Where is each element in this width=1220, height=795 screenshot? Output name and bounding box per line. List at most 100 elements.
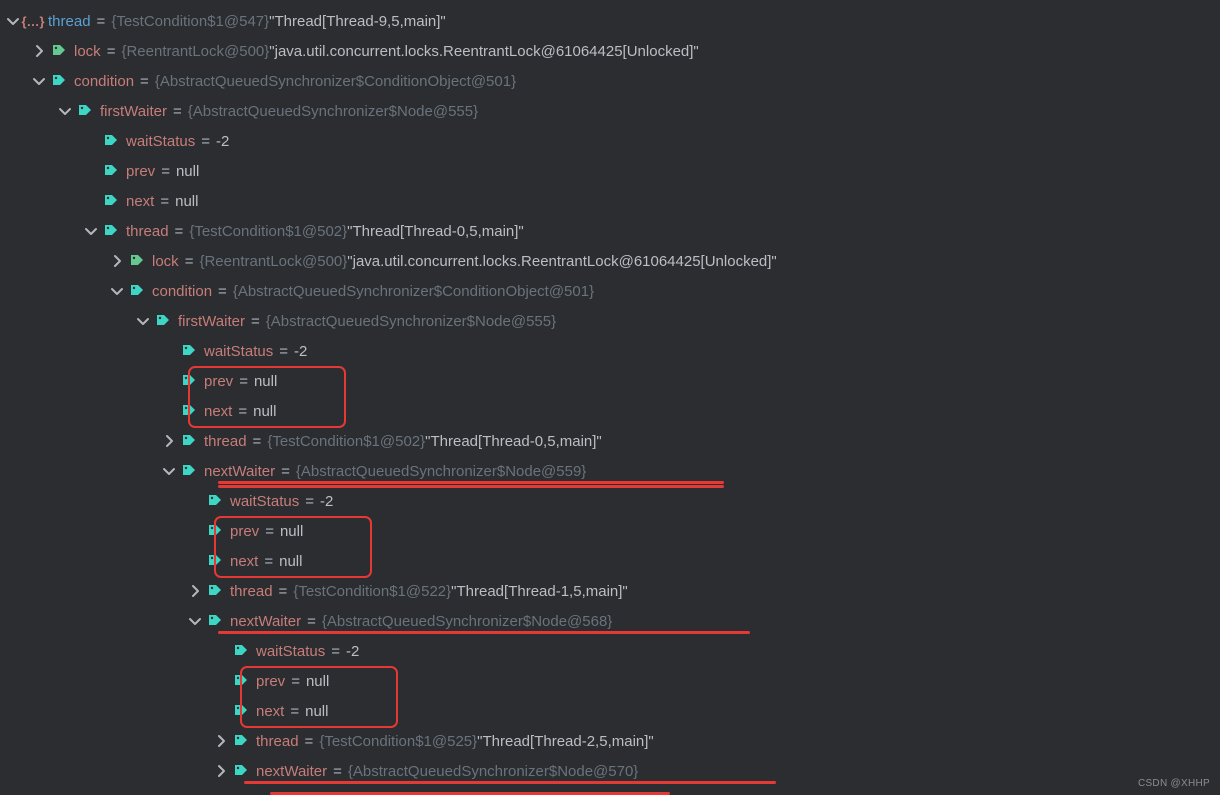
tree-row[interactable]: prev=null <box>4 156 1220 186</box>
tree-node-thread-name: thread <box>48 13 91 30</box>
tree-arrow-down-icon[interactable] <box>82 222 100 240</box>
tree-node-obj-ref: {AbstractQueuedSynchronizer$Node@555} <box>266 313 556 330</box>
tree-node-eq: = <box>154 193 175 210</box>
tree-row[interactable]: prev=null <box>4 666 1220 696</box>
tree-node-field-name: next <box>204 403 232 420</box>
watermark: CSDN @XHHP <box>1138 778 1210 789</box>
tree-arrow-right-icon[interactable] <box>30 42 48 60</box>
tree-node-str-val: "Thread[Thread-1,5,main]" <box>451 583 628 600</box>
tree-arrow-down-icon[interactable] <box>134 312 152 330</box>
field-tag-icon <box>102 162 120 180</box>
field-tag-icon <box>50 42 68 60</box>
field-tag-icon <box>232 702 250 720</box>
tree-row[interactable]: nextWaiter={AbstractQueuedSynchronizer$N… <box>4 756 1220 786</box>
tree-arrow-down-icon[interactable] <box>30 72 48 90</box>
tree-node-eq: = <box>169 223 190 240</box>
tree-node-obj-ref: {AbstractQueuedSynchronizer$Node@568} <box>322 613 612 630</box>
tree-node-num-val: -2 <box>216 133 229 150</box>
tree-node-field-name: next <box>126 193 154 210</box>
tree-node-obj-ref: {AbstractQueuedSynchronizer$ConditionObj… <box>233 283 594 300</box>
tree-row[interactable]: {…}thread={TestCondition$1@547} "Thread[… <box>4 6 1220 36</box>
tree-row[interactable]: lock={ReentrantLock@500} "java.util.conc… <box>4 246 1220 276</box>
tree-row[interactable]: firstWaiter={AbstractQueuedSynchronizer$… <box>4 96 1220 126</box>
field-tag-icon <box>76 102 94 120</box>
field-tag-icon <box>128 252 146 270</box>
tree-node-obj-ref: {ReentrantLock@500} <box>199 253 347 270</box>
tree-node-field-name: prev <box>204 373 233 390</box>
tree-row[interactable]: condition={AbstractQueuedSynchronizer$Co… <box>4 276 1220 306</box>
tree-arrow-down-icon[interactable] <box>160 462 178 480</box>
tree-node-eq: = <box>325 643 346 660</box>
tree-node-obj-ref: {TestCondition$1@547} <box>111 13 269 30</box>
field-tag-icon <box>232 642 250 660</box>
field-tag-icon <box>206 612 224 630</box>
tree-row[interactable]: nextWaiter={AbstractQueuedSynchronizer$N… <box>4 456 1220 486</box>
tree-row[interactable]: thread={TestCondition$1@502} "Thread[Thr… <box>4 216 1220 246</box>
tree-node-str-val: "java.util.concurrent.locks.ReentrantLoc… <box>269 43 698 60</box>
tree-row[interactable]: thread={TestCondition$1@525} "Thread[Thr… <box>4 726 1220 756</box>
tree-node-field-name: nextWaiter <box>230 613 301 630</box>
tree-arrow-right-icon[interactable] <box>212 762 230 780</box>
tree-node-obj-ref: {TestCondition$1@522} <box>293 583 451 600</box>
tree-row[interactable]: prev=null <box>4 366 1220 396</box>
tree-node-field-name: lock <box>152 253 179 270</box>
tree-row[interactable]: waitStatus=-2 <box>4 336 1220 366</box>
tree-node-field-name: waitStatus <box>230 493 299 510</box>
tree-row[interactable]: next=null <box>4 396 1220 426</box>
field-tag-icon <box>206 552 224 570</box>
tree-row[interactable]: nextWaiter={AbstractQueuedSynchronizer$N… <box>4 606 1220 636</box>
tree-row[interactable]: waitStatus=-2 <box>4 486 1220 516</box>
tree-node-field-name: waitStatus <box>126 133 195 150</box>
tree-row[interactable]: next=null <box>4 186 1220 216</box>
tree-row[interactable]: waitStatus=-2 <box>4 126 1220 156</box>
tree-arrow-down-icon[interactable] <box>186 612 204 630</box>
tree-arrow-right-icon[interactable] <box>108 252 126 270</box>
tree-node-str-val: "Thread[Thread-9,5,main]" <box>269 13 446 30</box>
tree-node-field-name: nextWaiter <box>256 763 327 780</box>
debug-variables-tree[interactable]: {…}thread={TestCondition$1@547} "Thread[… <box>0 0 1220 786</box>
field-tag-icon <box>206 492 224 510</box>
tree-node-eq: = <box>233 373 254 390</box>
tree-node-null-val: null <box>305 703 328 720</box>
tree-node-eq: = <box>273 343 294 360</box>
tree-node-field-name: thread <box>204 433 247 450</box>
tree-node-num-val: -2 <box>320 493 333 510</box>
field-tag-icon <box>180 372 198 390</box>
tree-row[interactable]: next=null <box>4 546 1220 576</box>
tree-node-null-val: null <box>279 553 302 570</box>
tree-arrow-down-icon[interactable] <box>4 12 22 30</box>
tree-arrow-right-icon[interactable] <box>160 432 178 450</box>
tree-node-obj-ref: {TestCondition$1@502} <box>267 433 425 450</box>
tree-node-field-name: firstWaiter <box>100 103 167 120</box>
tree-node-eq: = <box>259 523 280 540</box>
tree-row[interactable]: next=null <box>4 696 1220 726</box>
tree-node-obj-ref: {TestCondition$1@502} <box>189 223 347 240</box>
tree-row[interactable]: prev=null <box>4 516 1220 546</box>
tree-arrow-right-icon[interactable] <box>212 732 230 750</box>
tree-row[interactable]: thread={TestCondition$1@502} "Thread[Thr… <box>4 426 1220 456</box>
tree-node-eq: = <box>167 103 188 120</box>
tree-node-null-val: null <box>253 403 276 420</box>
tree-row[interactable]: condition={AbstractQueuedSynchronizer$Co… <box>4 66 1220 96</box>
tree-arrow-right-icon[interactable] <box>186 582 204 600</box>
tree-row[interactable]: firstWaiter={AbstractQueuedSynchronizer$… <box>4 306 1220 336</box>
tree-node-field-name: next <box>256 703 284 720</box>
tree-row[interactable]: waitStatus=-2 <box>4 636 1220 666</box>
tree-node-eq: = <box>195 133 216 150</box>
tree-arrow-down-icon[interactable] <box>108 282 126 300</box>
tree-node-obj-ref: {AbstractQueuedSynchronizer$Node@555} <box>188 103 478 120</box>
tree-node-eq: = <box>275 463 296 480</box>
tree-node-str-val: "Thread[Thread-0,5,main]" <box>347 223 524 240</box>
tree-node-eq: = <box>245 313 266 330</box>
tree-row[interactable]: thread={TestCondition$1@522} "Thread[Thr… <box>4 576 1220 606</box>
tree-node-obj-ref: {AbstractQueuedSynchronizer$Node@570} <box>348 763 638 780</box>
tree-node-obj-ref: {TestCondition$1@525} <box>319 733 477 750</box>
tree-row[interactable]: lock={ReentrantLock@500} "java.util.conc… <box>4 36 1220 66</box>
tree-node-eq: = <box>179 253 200 270</box>
tree-node-null-val: null <box>176 163 199 180</box>
tree-node-str-val: "Thread[Thread-2,5,main]" <box>477 733 654 750</box>
tree-node-field-name: thread <box>126 223 169 240</box>
tree-node-field-name: lock <box>74 43 101 60</box>
tree-arrow-down-icon[interactable] <box>56 102 74 120</box>
field-tag-icon <box>102 132 120 150</box>
